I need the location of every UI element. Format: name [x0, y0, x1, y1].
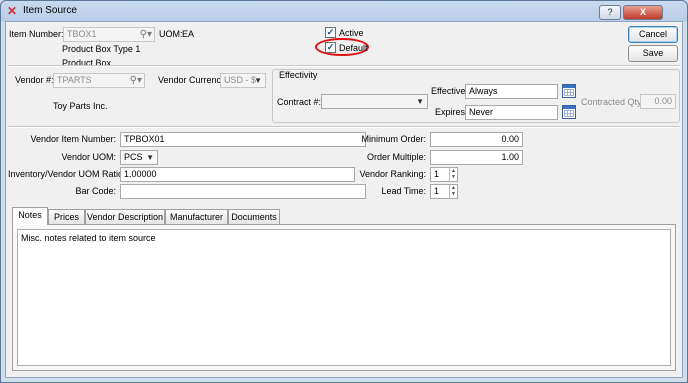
- tab-notes[interactable]: Notes: [12, 207, 48, 225]
- uom-ratio-field[interactable]: 1.00000: [120, 167, 355, 182]
- default-label: Default: [339, 43, 368, 53]
- chevron-down-icon: ▼: [416, 97, 424, 106]
- vendor-ranking-label: Vendor Ranking:: [359, 169, 426, 179]
- vendor-currency-select[interactable]: USD - $ ▼: [220, 73, 266, 88]
- app-icon: ✕: [7, 4, 18, 18]
- uom-value: EA: [182, 29, 195, 39]
- spinner-icon[interactable]: ▲ ▼: [449, 168, 457, 181]
- divider: [8, 126, 680, 128]
- order-multiple-label: Order Multiple:: [366, 152, 426, 162]
- active-checkbox[interactable]: ✓: [325, 27, 336, 38]
- vendor-currency-label: Vendor Currency:: [158, 75, 229, 85]
- lead-time-label: Lead Time:: [381, 186, 426, 196]
- tab-manufacturer[interactable]: Manufacturer: [165, 209, 228, 224]
- help-icon[interactable]: ?: [599, 5, 621, 20]
- notes-text: Misc. notes related to item source: [21, 233, 156, 243]
- expires-label: Expires: [435, 107, 466, 117]
- window-title: Item Source: [23, 5, 77, 16]
- tab-documents[interactable]: Documents: [228, 209, 280, 224]
- minimum-order-label: Minimum Order:: [361, 134, 426, 144]
- item-source-window: ✕ Item Source ? X Item Number: TBOX1 ⚲▾ …: [0, 0, 688, 383]
- tab-prices[interactable]: Prices: [48, 209, 85, 224]
- item-number-value: TBOX1: [67, 29, 97, 39]
- vendor-number-label: Vendor #:: [15, 75, 54, 85]
- barcode-label: Bar Code:: [75, 186, 116, 196]
- item-number-field[interactable]: TBOX1 ⚲▾: [63, 27, 155, 42]
- expires-date-field[interactable]: Never: [465, 105, 558, 120]
- effective-date-field[interactable]: Always: [465, 84, 558, 99]
- vendor-ranking-stepper[interactable]: 1 ▲ ▼: [430, 167, 458, 182]
- notes-textarea[interactable]: Misc. notes related to item source: [17, 229, 671, 366]
- save-button[interactable]: Save: [628, 45, 678, 62]
- calendar-icon[interactable]: [562, 84, 576, 98]
- divider: [8, 65, 680, 67]
- lead-time-value: 1: [434, 186, 440, 196]
- dialog-body: Item Number: TBOX1 ⚲▾ UOM: EA Product Bo…: [5, 21, 683, 378]
- close-icon[interactable]: X: [623, 5, 663, 20]
- vendor-currency-value: USD - $: [224, 75, 257, 85]
- vendor-uom-value: PCS: [124, 152, 143, 162]
- barcode-field[interactable]: [120, 184, 366, 199]
- minimum-order-field[interactable]: 0.00: [430, 132, 523, 147]
- vendor-number-field[interactable]: TPARTS ⚲▾: [53, 73, 145, 88]
- lookup-icon[interactable]: ⚲▾: [130, 74, 142, 87]
- title-bar: ✕ Item Source ? X: [1, 1, 687, 21]
- chevron-down-icon: ▼: [254, 76, 262, 85]
- effective-label: Effective: [431, 86, 466, 96]
- calendar-icon[interactable]: [562, 105, 576, 119]
- vendor-item-number-label: Vendor Item Number:: [30, 134, 116, 144]
- notes-panel: Misc. notes related to item source: [12, 224, 676, 371]
- uom-ratio-label: Inventory/Vendor UOM Ratio:: [8, 169, 126, 179]
- item-description-2: Product Box: [62, 58, 112, 68]
- vendor-number-value: TPARTS: [57, 75, 92, 85]
- contracted-qty-field[interactable]: 0.00: [640, 94, 676, 109]
- vendor-name: Toy Parts Inc.: [53, 101, 108, 111]
- order-multiple-field[interactable]: 1.00: [430, 150, 523, 165]
- vendor-ranking-value: 1: [434, 169, 440, 179]
- spinner-icon[interactable]: ▲ ▼: [449, 185, 457, 198]
- lookup-icon[interactable]: ⚲▾: [140, 28, 152, 41]
- contract-label: Contract #:: [277, 97, 322, 107]
- lead-time-stepper[interactable]: 1 ▲ ▼: [430, 184, 458, 199]
- contract-select[interactable]: ▼: [321, 94, 428, 109]
- vendor-uom-select[interactable]: PCS ▼: [120, 150, 158, 165]
- vendor-uom-label: Vendor UOM:: [61, 152, 116, 162]
- default-checkbox[interactable]: ✓: [325, 42, 336, 53]
- tab-vendor-description[interactable]: Vendor Description: [85, 209, 165, 224]
- effectivity-title: Effectivity: [279, 70, 318, 80]
- chevron-down-icon: ▼: [146, 153, 154, 162]
- uom-label: UOM:: [159, 29, 183, 39]
- item-description-1: Product Box Type 1: [62, 44, 141, 54]
- item-number-label: Item Number:: [9, 29, 64, 39]
- contracted-qty-label: Contracted Qty:: [581, 97, 645, 107]
- cancel-button[interactable]: Cancel: [628, 26, 678, 43]
- vendor-item-number-field[interactable]: TPBOX01: [120, 132, 366, 147]
